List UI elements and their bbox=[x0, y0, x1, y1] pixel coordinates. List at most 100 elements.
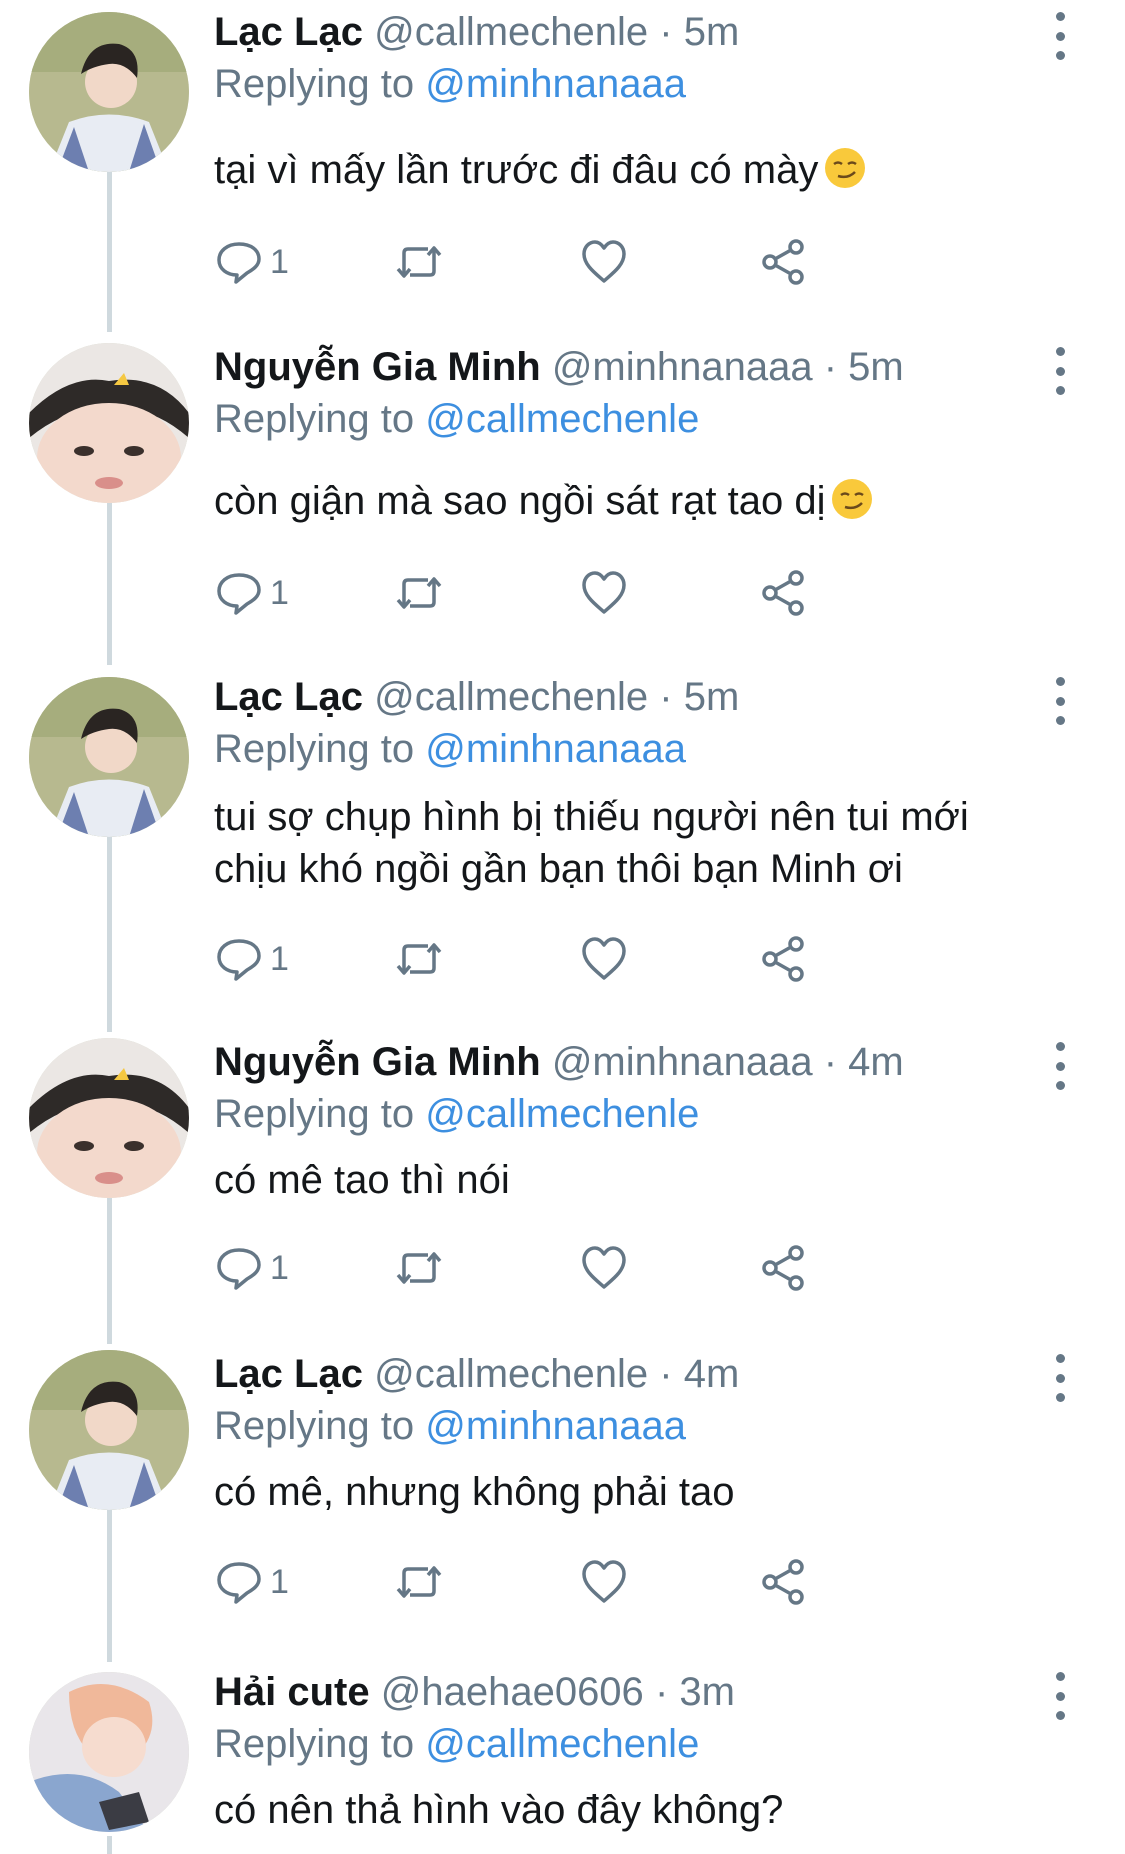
smirking-face-icon bbox=[825, 148, 866, 188]
user-handle[interactable]: @callmechenle bbox=[374, 1352, 648, 1396]
display-name[interactable]: Lạc Lạc bbox=[214, 675, 363, 719]
like-button[interactable] bbox=[579, 232, 629, 292]
replying-to: Replying to @minhnanaaa bbox=[214, 723, 686, 775]
reply-icon bbox=[217, 1248, 261, 1290]
share-button[interactable] bbox=[759, 232, 809, 292]
like-button[interactable] bbox=[579, 1552, 629, 1612]
share-icon bbox=[762, 570, 804, 616]
replying-to-label: Replying to bbox=[214, 397, 415, 441]
retweet-button[interactable] bbox=[394, 1552, 444, 1612]
heart-icon bbox=[582, 1560, 626, 1603]
retweet-icon bbox=[396, 246, 442, 278]
tweet-text-content: có nên thả hình vào đây không? bbox=[214, 1788, 784, 1832]
tweet[interactable]: Lạc Lạc @callmechenle · 5m Replying to @… bbox=[0, 665, 1125, 1032]
user-handle[interactable]: @callmechenle bbox=[374, 10, 648, 54]
like-button[interactable] bbox=[579, 929, 629, 989]
tweet-actions: 1 bbox=[214, 563, 934, 623]
display-name[interactable]: Lạc Lạc bbox=[214, 1352, 363, 1396]
more-options-icon[interactable] bbox=[1040, 1354, 1080, 1402]
reply-button[interactable]: 1 bbox=[214, 1552, 289, 1612]
tweet-text: có nên thả hình vào đây không? bbox=[214, 1784, 1065, 1836]
timestamp[interactable]: · 3m bbox=[655, 1670, 735, 1714]
heart-icon bbox=[582, 571, 626, 614]
replying-to-handle[interactable]: @callmechenle bbox=[425, 397, 699, 441]
tweet[interactable]: Hải cute @haehae0606 · 3m Replying to @c… bbox=[0, 1660, 1125, 1854]
user-handle[interactable]: @haehae0606 bbox=[381, 1670, 644, 1714]
tweet-text: có mê, nhưng không phải tao bbox=[214, 1466, 1065, 1518]
retweet-button[interactable] bbox=[394, 929, 444, 989]
replying-to-label: Replying to bbox=[214, 1404, 415, 1448]
replying-to-handle[interactable]: @minhnanaaa bbox=[425, 727, 686, 771]
more-options-icon[interactable] bbox=[1040, 12, 1080, 60]
display-name[interactable]: Hải cute bbox=[214, 1670, 370, 1714]
timestamp[interactable]: · 5m bbox=[659, 675, 739, 719]
heart-icon bbox=[582, 1246, 626, 1289]
avatar[interactable] bbox=[29, 343, 189, 503]
display-name[interactable]: Nguyễn Gia Minh bbox=[214, 345, 541, 389]
like-button[interactable] bbox=[579, 1238, 629, 1298]
timestamp[interactable]: · 4m bbox=[824, 1040, 904, 1084]
tweet-text-content: còn giận mà sao ngồi sát rạt tao dị bbox=[214, 479, 826, 523]
reply-icon bbox=[217, 573, 261, 615]
replying-to-handle[interactable]: @callmechenle bbox=[425, 1722, 699, 1766]
more-options-icon[interactable] bbox=[1040, 1672, 1080, 1720]
display-name[interactable]: Nguyễn Gia Minh bbox=[214, 1040, 541, 1084]
replying-to-handle[interactable]: @callmechenle bbox=[425, 1092, 699, 1136]
tweet[interactable]: Nguyễn Gia Minh @minhnanaaa · 5m Replyin… bbox=[0, 335, 1125, 665]
reply-count: 1 bbox=[270, 242, 289, 281]
display-name[interactable]: Lạc Lạc bbox=[214, 10, 363, 54]
tweet-header: Lạc Lạc @callmechenle · 5m bbox=[214, 6, 1045, 58]
avatar[interactable] bbox=[29, 1038, 189, 1198]
share-button[interactable] bbox=[759, 563, 809, 623]
user-handle[interactable]: @minhnanaaa bbox=[552, 1040, 813, 1084]
tweet[interactable]: Lạc Lạc @callmechenle · 5m Replying to @… bbox=[0, 0, 1125, 332]
timestamp[interactable]: · 5m bbox=[659, 10, 739, 54]
tweet-text-content: có mê tao thì nói bbox=[214, 1158, 510, 1202]
reply-button[interactable]: 1 bbox=[214, 1238, 289, 1298]
thread-connector bbox=[107, 172, 112, 332]
tweet-text: còn giận mà sao ngồi sát rạt tao dị bbox=[214, 475, 1065, 527]
tweet-text-line: tui sợ chụp hình bị thiếu người nên tui … bbox=[214, 795, 969, 839]
retweet-icon bbox=[396, 577, 442, 609]
tweet[interactable]: Lạc Lạc @callmechenle · 4m Replying to @… bbox=[0, 1342, 1125, 1662]
reply-icon bbox=[217, 939, 261, 981]
user-handle[interactable]: @minhnanaaa bbox=[552, 345, 813, 389]
share-button[interactable] bbox=[759, 929, 809, 989]
replying-to-handle[interactable]: @minhnanaaa bbox=[425, 62, 686, 106]
more-options-icon[interactable] bbox=[1040, 1042, 1080, 1090]
thread-connector bbox=[107, 503, 112, 665]
retweet-button[interactable] bbox=[394, 232, 444, 292]
timestamp[interactable]: · 4m bbox=[659, 1352, 739, 1396]
avatar[interactable] bbox=[29, 12, 189, 172]
user-handle[interactable]: @callmechenle bbox=[374, 675, 648, 719]
like-button[interactable] bbox=[579, 563, 629, 623]
reply-count: 1 bbox=[270, 573, 289, 612]
share-button[interactable] bbox=[759, 1552, 809, 1612]
thread-connector bbox=[107, 1510, 112, 1662]
reply-button[interactable]: 1 bbox=[214, 929, 289, 989]
reply-button[interactable]: 1 bbox=[214, 563, 289, 623]
more-options-icon[interactable] bbox=[1040, 347, 1080, 395]
timestamp[interactable]: · 5m bbox=[824, 345, 904, 389]
share-icon bbox=[762, 1559, 804, 1605]
tweet[interactable]: Nguyễn Gia Minh @minhnanaaa · 4m Replyin… bbox=[0, 1030, 1125, 1344]
retweet-icon bbox=[396, 1566, 442, 1598]
smirking-face-icon bbox=[832, 479, 873, 519]
retweet-button[interactable] bbox=[394, 1238, 444, 1298]
replying-to-label: Replying to bbox=[214, 62, 415, 106]
share-button[interactable] bbox=[759, 1238, 809, 1298]
reply-button[interactable]: 1 bbox=[214, 232, 289, 292]
avatar[interactable] bbox=[29, 1672, 189, 1832]
replying-to-label: Replying to bbox=[214, 727, 415, 771]
tweet-header: Hải cute @haehae0606 · 3m bbox=[214, 1666, 1045, 1718]
replying-to: Replying to @callmechenle bbox=[214, 1088, 699, 1140]
replying-to-handle[interactable]: @minhnanaaa bbox=[425, 1404, 686, 1448]
more-options-icon[interactable] bbox=[1040, 677, 1080, 725]
replying-to: Replying to @callmechenle bbox=[214, 393, 699, 445]
retweet-button[interactable] bbox=[394, 563, 444, 623]
tweet-text-content: có mê, nhưng không phải tao bbox=[214, 1470, 735, 1514]
tweet-actions: 1 bbox=[214, 232, 934, 292]
avatar[interactable] bbox=[29, 677, 189, 837]
avatar[interactable] bbox=[29, 1350, 189, 1510]
reply-thread: Lạc Lạc @callmechenle · 5m Replying to @… bbox=[0, 0, 1125, 1854]
